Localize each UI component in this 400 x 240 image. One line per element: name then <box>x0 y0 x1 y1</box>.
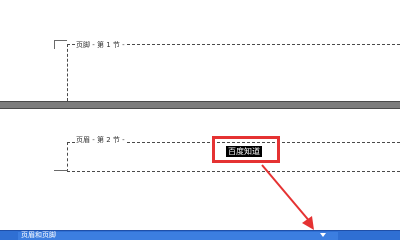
chevron-down-icon[interactable] <box>320 233 326 237</box>
header-label-section-2: 页眉 - 第 2 节 - <box>75 135 126 145</box>
toolbar-title: 页眉和页脚 <box>21 231 56 239</box>
selected-header-text[interactable]: 百度知道 <box>226 146 262 157</box>
page-corner-mark <box>54 40 67 49</box>
footer-area-section-1[interactable] <box>67 44 400 101</box>
header-footer-toolbar[interactable]: 页眉和页脚 <box>0 230 400 240</box>
footer-label-section-1: 页脚 - 第 1 节 - <box>75 40 126 50</box>
page-separator <box>0 101 400 109</box>
document-page-2: 页眉 - 第 2 节 - <box>0 109 400 240</box>
header-bottom-line <box>54 170 68 171</box>
document-page-1: 页脚 - 第 1 节 - <box>0 0 400 101</box>
toolbar-panel <box>18 232 338 240</box>
